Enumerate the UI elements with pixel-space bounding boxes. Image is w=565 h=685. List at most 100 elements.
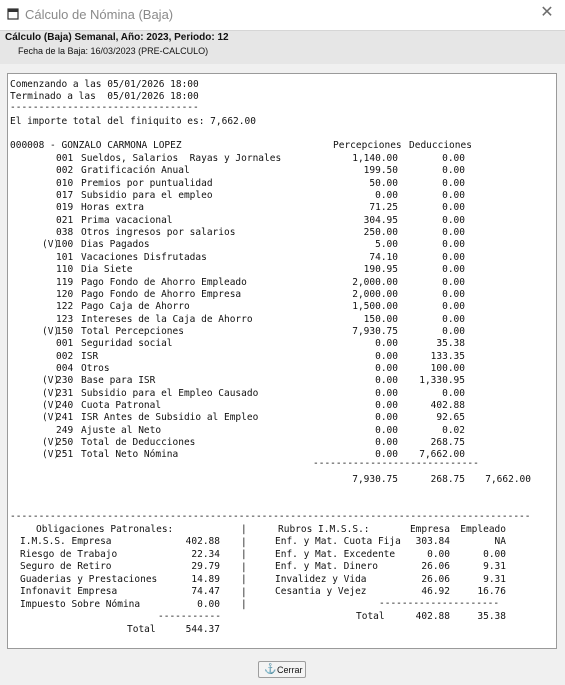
header-subtitle: Fecha de la Baja: 16/03/2023 (PRE-CALCUL… <box>18 46 209 56</box>
concept-deduccion: 0.02 <box>442 424 465 436</box>
concept-percepcion: 50.00 <box>369 177 398 189</box>
window-icon <box>7 8 19 20</box>
imss-name: Enf. y Mat. Cuota Fija <box>275 536 401 547</box>
concept-percepcion: 199.50 <box>363 165 398 177</box>
imss-total-label: Total <box>356 611 385 622</box>
concept-percepcion: 2,000.00 <box>352 276 398 288</box>
concept-code: 004 <box>56 362 74 374</box>
concept-deduccion: 268.75 <box>430 437 465 449</box>
imss-rule: --------------------- <box>379 598 500 609</box>
obligation-value: 29.79 <box>191 561 220 572</box>
imss-empleado: 9.31 <box>483 573 506 585</box>
col-empleado: Empleado <box>460 524 506 535</box>
concept-deduccion: 0.00 <box>442 153 465 164</box>
concept-percepcion: 0.00 <box>375 387 398 399</box>
column-divider: | <box>241 599 247 610</box>
imss-total-empresa: 402.88 <box>415 611 450 622</box>
concept-percepcion: 0.00 <box>375 400 398 411</box>
imss-total-empleado: 35.38 <box>477 611 506 622</box>
imss-name: Invalidez y Vida <box>275 573 367 585</box>
concept-deduccion: 0.00 <box>442 387 465 399</box>
concept-deduccion: 133.35 <box>430 350 465 362</box>
concept-code: 123 <box>56 313 74 325</box>
concept-percepcion: 0.00 <box>375 350 398 362</box>
obligation-name: Guaderias y Prestaciones <box>20 573 158 585</box>
anchor-icon: ⚓ <box>264 664 277 675</box>
obligations-total: 544.37 <box>185 624 220 635</box>
window-title: Cálculo de Nómina (Baja) <box>25 7 174 22</box>
close-button[interactable]: ⚓ Cerrar <box>258 661 306 678</box>
concept-code: 119 <box>56 276 74 288</box>
employee-name: 000008 - GONZALO CARMONA LOPEZ <box>10 140 182 151</box>
report-textarea[interactable]: Comenzando a las 05/01/2026 18:00 Termin… <box>7 73 557 649</box>
concept-deduccion: 0.00 <box>442 313 465 325</box>
obligation-name: Riesgo de Trabajo <box>20 548 118 560</box>
close-button-label: Cerrar <box>277 665 303 675</box>
concept-deduccion: 0.00 <box>442 214 465 226</box>
concept-name: Base para ISR <box>81 375 156 387</box>
concept-code: 010 <box>56 177 74 189</box>
obligation-value: 0.00 <box>197 598 220 610</box>
concept-percepcion: 0.00 <box>375 375 398 387</box>
long-rule: ----------------------------------------… <box>10 511 531 522</box>
imss-empleado: 9.31 <box>483 561 506 572</box>
imss-name: Enf. y Mat. Excedente <box>275 548 396 560</box>
obligation-name: Impuesto Sobre Nómina <box>20 598 141 610</box>
obligation-name: Seguro de Retiro <box>20 561 112 572</box>
concept-code: 150 <box>56 325 74 337</box>
concept-name: Subsidio para el empleo <box>81 190 213 202</box>
report-separator: --------------------------------- <box>10 102 199 113</box>
imss-empresa: 26.06 <box>421 561 450 572</box>
report-start: Comenzando a las 05/01/2026 18:00 <box>10 79 199 90</box>
column-divider: | <box>241 574 247 585</box>
col-deducciones: Deducciones <box>409 140 472 151</box>
concept-percepcion: 190.95 <box>363 264 398 276</box>
imss-empresa: 0.00 <box>427 548 450 560</box>
total-neto: 7,662.00 <box>485 474 531 485</box>
concept-name: Otros <box>81 362 110 374</box>
concept-code: 017 <box>56 190 74 202</box>
obligations-total-label: Total <box>127 624 156 635</box>
obligation-value: 22.34 <box>191 548 220 560</box>
concept-deduccion: 0.00 <box>442 276 465 288</box>
concept-name: Sueldos, Salarios Rayas y Jornales <box>81 153 282 164</box>
concept-name: Pago Fondo de Ahorro Empleado <box>81 276 247 288</box>
concept-percepcion: 2,000.00 <box>352 288 398 300</box>
concept-code: 122 <box>56 301 74 313</box>
obligation-value: 14.89 <box>191 573 220 585</box>
concept-percepcion: 0.00 <box>375 412 398 424</box>
obligation-value: 402.88 <box>185 536 220 547</box>
concept-percepcion: 0.00 <box>375 437 398 449</box>
concept-percepcion: 250.00 <box>363 227 398 239</box>
concept-deduccion: 402.88 <box>430 400 465 411</box>
column-divider: | <box>241 549 247 560</box>
total-percepciones: 7,930.75 <box>352 474 398 485</box>
concept-name: ISR <box>81 350 99 362</box>
concept-percepcion: 7,930.75 <box>352 325 398 337</box>
concept-name: Pago Fondo de Ahorro Empresa <box>81 288 242 300</box>
concept-name: Horas extra <box>81 202 144 214</box>
concept-name: Seguridad social <box>81 338 173 350</box>
concept-deduccion: 0.00 <box>442 325 465 337</box>
concept-percepcion: 0.00 <box>375 338 398 350</box>
close-icon[interactable]: ✕ <box>539 5 555 21</box>
concept-code: 100 <box>56 239 74 251</box>
concept-name: Ajuste al Neto <box>81 424 162 436</box>
concept-deduccion: 0.00 <box>442 301 465 313</box>
header-title: Cálculo (Baja) Semanal, Año: 2023, Perio… <box>5 32 229 43</box>
imss-name: Cesantia y Vejez <box>275 586 367 597</box>
concept-code: 110 <box>56 264 74 276</box>
concept-code: 002 <box>56 350 74 362</box>
concept-code: 230 <box>56 375 74 387</box>
concept-code: 241 <box>56 412 74 424</box>
concept-name: Vacaciones Disfrutadas <box>81 251 207 263</box>
col-empresa: Empresa <box>409 524 450 535</box>
concept-deduccion: 0.00 <box>442 202 465 214</box>
concept-code: 251 <box>56 449 74 461</box>
concept-percepcion: 1,500.00 <box>352 301 398 313</box>
concept-deduccion: 35.38 <box>436 338 465 350</box>
concept-code: 002 <box>56 165 74 177</box>
concept-percepcion: 5.00 <box>375 239 398 251</box>
concept-code: 250 <box>56 437 74 449</box>
concept-percepcion: 1,140.00 <box>352 153 398 164</box>
